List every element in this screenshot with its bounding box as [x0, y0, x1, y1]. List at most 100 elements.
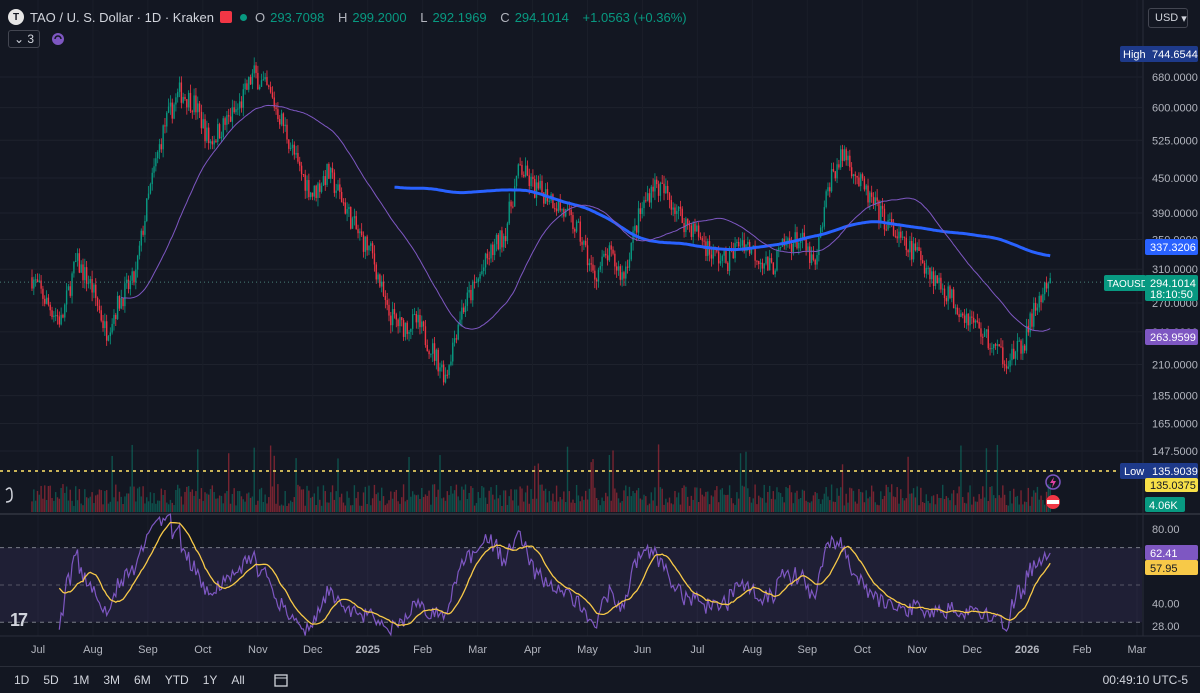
volume-bar	[898, 503, 900, 512]
volume-bar	[541, 484, 543, 512]
timeframe-5d[interactable]: 5D	[43, 673, 58, 687]
candle-body	[44, 298, 46, 304]
candle-body	[80, 264, 82, 273]
market-closed-icon[interactable]	[219, 11, 232, 23]
volume-bar	[610, 500, 612, 512]
volume-bar	[861, 492, 864, 512]
volume-bar	[909, 493, 911, 512]
candle-body	[492, 244, 494, 256]
close-label: C	[500, 9, 510, 25]
volume-bar	[184, 491, 186, 512]
candle-body	[940, 277, 942, 290]
candle-body	[619, 266, 622, 280]
timeframe-1d[interactable]: 1D	[14, 673, 29, 687]
volume-bar	[171, 502, 173, 512]
volume-bar	[277, 484, 279, 512]
candle-body	[60, 314, 62, 325]
candle-body	[282, 113, 285, 127]
volume-bar	[450, 486, 452, 512]
candle-body	[202, 119, 204, 129]
candle-body	[668, 193, 671, 200]
candle-body	[539, 180, 541, 189]
candle-body	[701, 238, 703, 241]
candle-body	[149, 184, 152, 194]
market-status-icon[interactable]	[239, 13, 247, 21]
clock[interactable]: 00:49:10 UTC-5	[1103, 673, 1188, 687]
candle-body	[967, 313, 969, 326]
volume-bar	[317, 486, 319, 512]
volume-bar	[768, 485, 771, 512]
volume-bar	[408, 456, 410, 512]
volume-bar	[53, 500, 55, 512]
currency-selector[interactable]: USD ▾	[1148, 8, 1188, 28]
volume-bar	[692, 499, 694, 512]
volume-bar	[770, 498, 773, 512]
candle-body	[577, 221, 580, 223]
candle-body	[442, 364, 445, 383]
calendar-icon[interactable]	[273, 672, 289, 688]
volume-bar	[381, 487, 383, 512]
candle-body	[430, 353, 432, 355]
candle-body	[162, 125, 164, 150]
candle-body	[942, 288, 944, 290]
volume-bar	[918, 505, 920, 512]
timeframe-6m[interactable]: 6M	[134, 673, 151, 687]
us-flag-icon[interactable]	[1046, 495, 1060, 509]
chart-canvas[interactable]: 680.0000 600.0000 525.0000 450.0000 390.0000…	[0, 0, 1200, 692]
candle-body	[211, 141, 214, 145]
volume-bar	[865, 490, 867, 512]
ohlc-values: O 293.7098 H 299.2000 L 292.1969 C 294.1014 …	[255, 10, 692, 25]
volume-bar	[222, 503, 224, 512]
candle-body	[262, 79, 265, 81]
currency-label: USD	[1155, 12, 1179, 24]
volume-bar	[268, 497, 270, 512]
volume-bar	[524, 492, 527, 512]
timeframe-ytd[interactable]: YTD	[165, 673, 189, 687]
candle-body	[64, 304, 66, 318]
candle-body	[809, 246, 811, 263]
volume-bar	[595, 497, 598, 512]
timeframe-3m[interactable]: 3M	[103, 673, 120, 687]
candle-body	[1044, 282, 1046, 295]
candle-body	[184, 96, 186, 100]
candle-body	[193, 95, 195, 113]
volume-bar	[273, 455, 275, 512]
tradingview-logo[interactable]: 17	[10, 610, 28, 631]
collapse-indicators-button[interactable]: ⌄ 3	[8, 30, 41, 48]
candle-body	[85, 267, 88, 284]
time-axis[interactable]: Jul Aug Sep Oct Nov Dec 2025 Feb Mar Apr May Jun Jul…	[31, 644, 1147, 656]
volume-bar	[716, 486, 718, 512]
timeframe-1y[interactable]: 1Y	[203, 673, 218, 687]
volume-bar	[508, 496, 510, 512]
candle-body	[315, 185, 317, 198]
open-label: O	[254, 9, 266, 25]
volume-bar	[745, 451, 747, 512]
volume-bar	[758, 495, 760, 512]
volume-bar	[91, 492, 93, 512]
symbol-title[interactable]: TAO / U. S. Dollar · 1D · Kraken	[30, 10, 214, 25]
volume-bar	[1002, 485, 1004, 512]
lightning-icon[interactable]	[1045, 474, 1061, 490]
candle-body	[379, 274, 381, 287]
volume-bar	[342, 502, 345, 512]
candle-body	[359, 231, 361, 234]
candle-body	[929, 267, 931, 280]
candle-body	[146, 198, 148, 222]
volume-bar	[759, 497, 762, 512]
timeframe-1m[interactable]: 1M	[73, 673, 90, 687]
volume-bar	[45, 499, 48, 512]
candle-body	[264, 77, 266, 80]
candle-body	[448, 365, 450, 375]
candle-body	[628, 259, 631, 268]
rsi-axis[interactable]: 80.0060.0040.0028.00	[1152, 524, 1180, 633]
price-tick-label: 450.0000	[1152, 173, 1198, 185]
volume-bar	[641, 499, 643, 512]
indicator-icon[interactable]	[50, 31, 66, 47]
timeframe-all[interactable]: All	[231, 673, 244, 687]
volume-bar	[271, 486, 274, 512]
drag-handle-icon[interactable]	[5, 487, 13, 503]
candle-body	[512, 206, 514, 208]
candle-body	[268, 85, 270, 87]
volume-bar	[262, 502, 265, 512]
volume-bar	[526, 485, 529, 512]
